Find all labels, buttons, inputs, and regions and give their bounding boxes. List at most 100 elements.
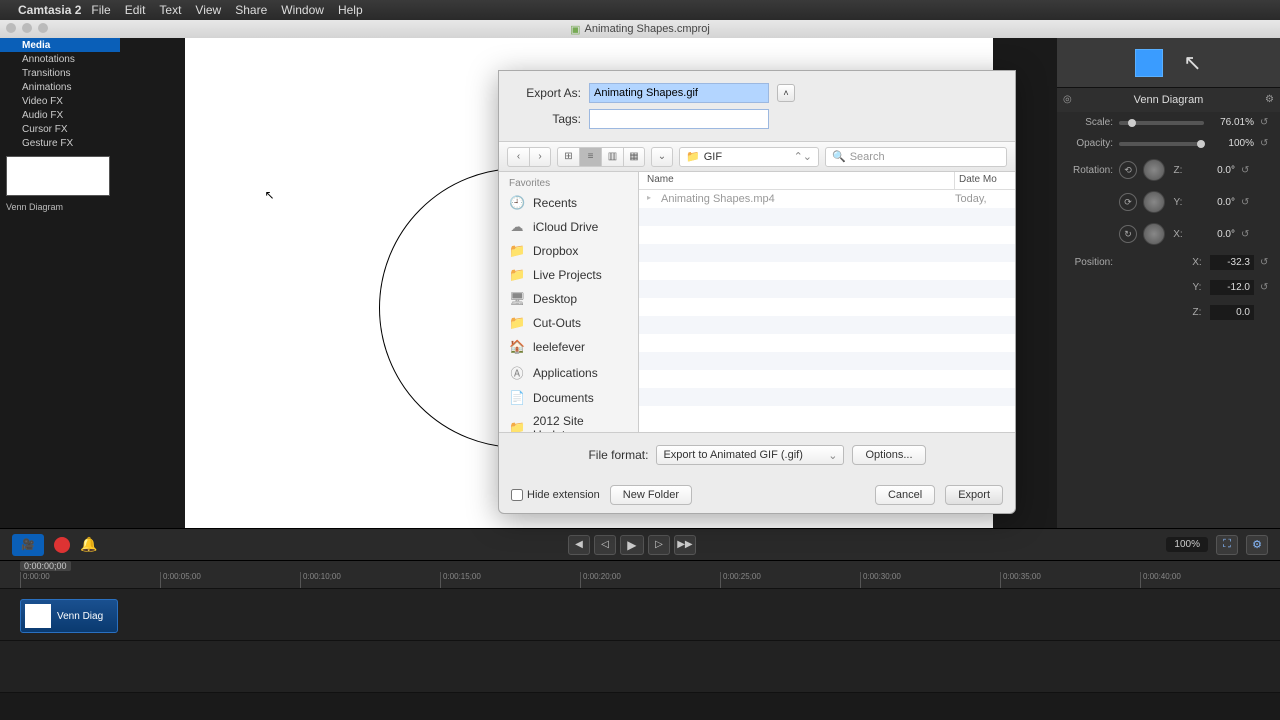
view-icon-button[interactable]: ⊞ xyxy=(557,147,579,167)
menu-edit[interactable]: Edit xyxy=(125,3,146,17)
folder-icon: 📁 xyxy=(686,150,700,163)
fav-home[interactable]: 🏠leelefever xyxy=(499,335,638,359)
gear-icon[interactable]: ⚙ xyxy=(1265,94,1274,105)
collapse-button[interactable]: ˄ xyxy=(777,84,795,102)
folder-select[interactable]: 📁 GIF ⌃⌄ xyxy=(679,147,819,167)
position-label: Position: xyxy=(1065,257,1113,268)
file-row[interactable]: Animating Shapes.mp4 Today, xyxy=(639,190,1015,208)
tab-audiofx[interactable]: Audio FX xyxy=(0,108,120,122)
tab-animations[interactable]: Animations xyxy=(0,80,120,94)
rotation-y-wheel[interactable] xyxy=(1143,191,1165,213)
export-button[interactable]: Export xyxy=(945,485,1003,505)
track-2[interactable] xyxy=(0,641,1280,693)
opacity-reset[interactable]: ↺ xyxy=(1260,138,1272,149)
menu-share[interactable]: Share xyxy=(235,3,267,17)
controls-bar: 🎥 🔔 ◀ ◁ ▶ ▷ ▶▶ 100% ⛶ ⚙ xyxy=(0,528,1280,560)
tab-gesturefx[interactable]: Gesture FX xyxy=(0,136,120,150)
fav-2012[interactable]: 📁2012 Site Updates... xyxy=(499,410,638,432)
menu-help[interactable]: Help xyxy=(338,3,363,17)
bell-icon[interactable]: 🔔 xyxy=(80,536,97,553)
options-button[interactable]: Options... xyxy=(852,445,925,465)
export-as-label: Export As: xyxy=(515,86,581,100)
rotation-x-reset[interactable]: ↺ xyxy=(1241,229,1253,240)
window-controls[interactable] xyxy=(6,23,48,33)
app-name[interactable]: Camtasia 2 xyxy=(18,3,81,17)
fav-cutouts[interactable]: 📁Cut-Outs xyxy=(499,311,638,335)
fav-documents[interactable]: 📄Documents xyxy=(499,386,638,410)
rotation-z-wheel[interactable] xyxy=(1143,159,1165,181)
view-column-button[interactable]: ▥ xyxy=(601,147,623,167)
target-icon[interactable]: ◎ xyxy=(1063,94,1072,105)
cursor-tool-icon[interactable]: ↖ xyxy=(1183,50,1201,76)
playhead[interactable]: 0:00:00;00 xyxy=(20,561,71,571)
selection-thumb[interactable] xyxy=(1135,49,1163,77)
position-y-input[interactable] xyxy=(1210,280,1254,295)
settings-button[interactable]: ⚙ xyxy=(1246,535,1268,555)
nav-forward-button[interactable]: › xyxy=(529,147,551,167)
properties-panel: ↖ ◎ Venn Diagram ⚙ Scale: 76.01% ↺ Opaci… xyxy=(1057,38,1280,528)
export-as-input[interactable] xyxy=(589,83,769,103)
opacity-label: Opacity: xyxy=(1065,138,1113,149)
tab-transitions[interactable]: Transitions xyxy=(0,66,120,80)
axis-x: X: xyxy=(1171,229,1185,240)
view-gallery-button[interactable]: ▦ xyxy=(623,147,645,167)
scale-reset[interactable]: ↺ xyxy=(1260,117,1272,128)
play-button[interactable]: ▶ xyxy=(620,535,644,555)
step-back-button[interactable]: ◁ xyxy=(594,535,616,555)
rotation-x-icon: ↻ xyxy=(1119,225,1137,243)
fav-applications[interactable]: ⒶApplications xyxy=(499,359,638,386)
clip-venn[interactable]: Venn Diag xyxy=(20,599,118,633)
menu-text[interactable]: Text xyxy=(159,3,181,17)
device-button[interactable]: 🎥 xyxy=(12,534,44,556)
rotation-label: Rotation: xyxy=(1065,165,1113,176)
tags-label: Tags: xyxy=(515,112,581,126)
view-list-button[interactable]: ≡ xyxy=(579,147,601,167)
project-icon: ▣ xyxy=(570,23,580,36)
rotation-y-value: 0.0° xyxy=(1191,197,1235,208)
menu-file[interactable]: File xyxy=(91,3,110,17)
fav-liveprojects[interactable]: 📁Live Projects xyxy=(499,263,638,287)
zoom-display[interactable]: 100% xyxy=(1166,537,1208,552)
tab-videofx[interactable]: Video FX xyxy=(0,94,120,108)
new-folder-button[interactable]: New Folder xyxy=(610,485,692,505)
scale-slider[interactable] xyxy=(1119,121,1204,125)
rotation-y-reset[interactable]: ↺ xyxy=(1241,197,1253,208)
search-input[interactable]: 🔍 Search xyxy=(825,147,1007,167)
tab-media[interactable]: Media xyxy=(0,38,120,52)
prev-frame-button[interactable]: ◀ xyxy=(568,535,590,555)
media-thumbnail[interactable] xyxy=(6,156,110,196)
record-button[interactable] xyxy=(54,537,70,553)
tab-annotations[interactable]: Annotations xyxy=(0,52,120,66)
step-forward-button[interactable]: ▷ xyxy=(648,535,670,555)
crop-button[interactable]: ⛶ xyxy=(1216,535,1238,555)
next-frame-button[interactable]: ▶▶ xyxy=(674,535,696,555)
track-1[interactable]: Venn Diag xyxy=(0,589,1280,641)
position-x-reset[interactable]: ↺ xyxy=(1260,257,1272,268)
menu-view[interactable]: View xyxy=(195,3,221,17)
rotation-z-reset[interactable]: ↺ xyxy=(1241,165,1253,176)
opacity-slider[interactable] xyxy=(1119,142,1204,146)
file-list: Name Date Mo Animating Shapes.mp4 Today, xyxy=(639,172,1015,432)
fav-icloud[interactable]: ☁iCloud Drive xyxy=(499,215,638,239)
cancel-button[interactable]: Cancel xyxy=(875,485,935,505)
fav-recents[interactable]: 🕘Recents xyxy=(499,191,638,215)
fav-dropbox[interactable]: 📁Dropbox xyxy=(499,239,638,263)
col-date[interactable]: Date Mo xyxy=(955,172,1015,189)
hide-extension-checkbox[interactable]: Hide extension xyxy=(511,489,600,501)
position-y-reset[interactable]: ↺ xyxy=(1260,282,1272,293)
timeline-ruler[interactable]: 0:00:00;00 0:00:00 0:00:05;00 0:00:10;00… xyxy=(0,561,1280,589)
group-button[interactable]: ⌄ xyxy=(651,147,673,167)
position-z-input[interactable] xyxy=(1210,305,1254,320)
nav-back-button[interactable]: ‹ xyxy=(507,147,529,167)
menu-window[interactable]: Window xyxy=(281,3,324,17)
opacity-value: 100% xyxy=(1210,138,1254,149)
position-x-input[interactable] xyxy=(1210,255,1254,270)
tags-input[interactable] xyxy=(589,109,769,129)
rotation-x-value: 0.0° xyxy=(1191,229,1235,240)
scale-value: 76.01% xyxy=(1210,117,1254,128)
rotation-x-wheel[interactable] xyxy=(1143,223,1165,245)
tab-cursorfx[interactable]: Cursor FX xyxy=(0,122,120,136)
col-name[interactable]: Name xyxy=(639,172,955,189)
fav-desktop[interactable]: 🖥Desktop xyxy=(499,287,638,311)
format-select[interactable]: Export to Animated GIF (.gif)⌄ xyxy=(656,445,844,465)
